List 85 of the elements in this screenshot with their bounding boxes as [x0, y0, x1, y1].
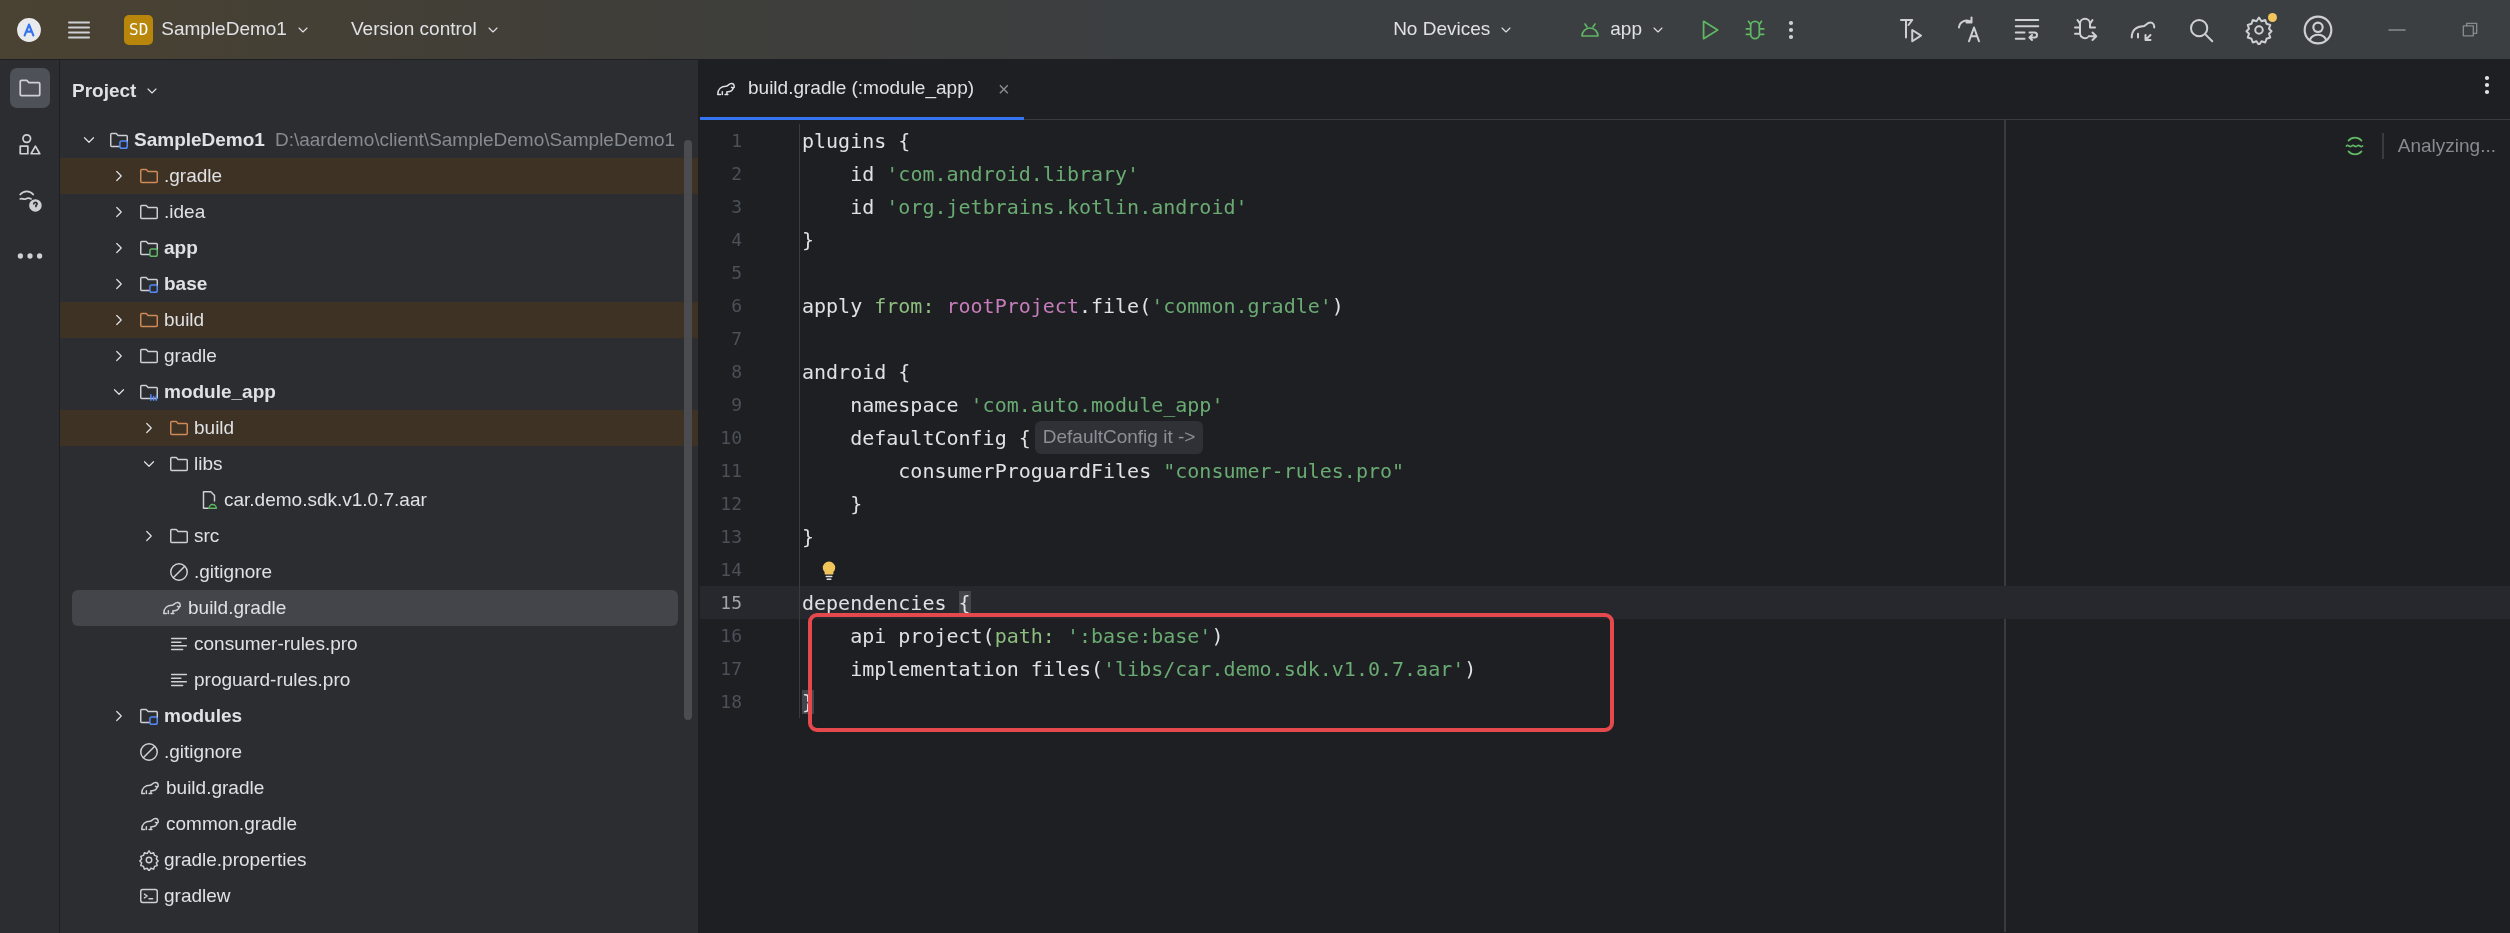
wave-help-icon — [16, 187, 43, 213]
code-text: id 'org.jetbrains.kotlin.android' — [849, 193, 1248, 221]
run-config-dropdown[interactable]: app — [1570, 11, 1674, 48]
tree-item[interactable]: src — [60, 518, 698, 554]
code-text: } — [849, 490, 863, 518]
item-name: base — [164, 271, 208, 296]
tree-item[interactable]: gradle.properties — [60, 842, 698, 878]
tree-item[interactable]: modules — [60, 698, 698, 734]
tree-item[interactable]: gradlew — [60, 878, 698, 914]
code-text: } — [802, 226, 815, 254]
tree-item[interactable]: .gitignore — [60, 734, 698, 770]
item-name: build — [164, 307, 205, 332]
tree-item[interactable]: proguard-rules.pro — [60, 662, 698, 698]
tree-item[interactable]: consumer-rules.pro — [60, 626, 698, 662]
code-text: } — [802, 523, 815, 551]
inlay-hint: DefaultConfig it -> — [1034, 421, 1204, 454]
more-icon — [1788, 18, 1794, 41]
tree-item[interactable]: build.gradle — [72, 590, 678, 626]
tree-item[interactable]: .gitignore — [60, 554, 698, 590]
item-path: D:\aardemo\client\SampleDemo\SampleDemo1 — [274, 127, 676, 152]
more-icon — [2484, 74, 2490, 96]
item-name: .gradle — [164, 163, 223, 188]
user-icon — [2302, 13, 2334, 46]
code-text: plugins { — [802, 127, 911, 155]
item-name: app — [164, 235, 198, 260]
tree-item[interactable]: .idea — [60, 194, 698, 230]
close-icon[interactable]: × — [998, 73, 1010, 104]
app-logo-icon — [16, 16, 42, 43]
tree-item[interactable]: build.gradle — [60, 770, 698, 806]
project-badge: SD — [124, 14, 154, 45]
tree-item[interactable]: module_app — [60, 374, 698, 410]
tree-item[interactable]: app — [60, 230, 698, 266]
more-icon — [16, 253, 43, 259]
minimize-icon — [2386, 28, 2408, 31]
project-switcher[interactable]: SD SampleDemo1 — [116, 10, 319, 49]
ignore-file-icon — [168, 561, 190, 583]
item-name: SampleDemo1 — [134, 127, 265, 152]
item-name: proguard-rules.pro — [194, 667, 351, 692]
item-name: libs — [194, 451, 223, 476]
tree-item[interactable]: common.gradle — [60, 806, 698, 842]
ignore-file-icon — [138, 741, 160, 763]
tree-item[interactable]: build — [60, 302, 698, 338]
item-name: .gitignore — [164, 739, 243, 764]
item-name: gradle.properties — [164, 847, 307, 872]
code-text: android { — [802, 358, 911, 386]
tree-item[interactable]: .gradle — [60, 158, 698, 194]
tree-item[interactable]: gradle — [60, 338, 698, 374]
code-text: defaultConfig { — [849, 424, 1031, 452]
scrollbar[interactable] — [684, 140, 692, 720]
tree-item[interactable]: SampleDemo1 D:\aardemo\client\SampleDemo\SampleDemo1 — [60, 122, 698, 158]
item-name: build.gradle — [166, 775, 265, 800]
tool-window-button[interactable] — [9, 68, 50, 108]
project-view-dropdown[interactable]: Project — [72, 76, 161, 106]
code-text: apply from: rootProject.file('common.gradle') — [802, 292, 1344, 320]
item-name: build — [194, 415, 235, 440]
item-name: gradle — [164, 343, 217, 368]
status-text: Analyzing... — [2397, 134, 2496, 158]
tree-item[interactable]: car.demo.sdk.v1.0.7.aar — [60, 482, 698, 518]
item-name: common.gradle — [166, 811, 297, 836]
version-control-dropdown[interactable]: Version control — [342, 11, 509, 48]
line-number: 15 — [719, 591, 742, 615]
code-text: api project(path: ':base:base') — [849, 622, 1224, 650]
project-name: SampleDemo1 — [161, 17, 287, 42]
tree-item[interactable]: build — [60, 410, 698, 446]
item-name: car.demo.sdk.v1.0.7.aar — [224, 487, 427, 512]
gear-icon — [138, 849, 160, 871]
shapes-icon — [16, 131, 43, 157]
tree-item[interactable]: libs — [60, 446, 698, 482]
item-name: modules — [164, 703, 243, 728]
item-name: .idea — [164, 199, 206, 224]
run-config-name: app — [1610, 17, 1642, 42]
item-name: src — [194, 523, 220, 548]
code-text: id 'com.android.library' — [849, 160, 1140, 188]
code-text: consumerProguardFiles "consumer-rules.pro" — [897, 457, 1405, 485]
item-name: build.gradle — [188, 595, 287, 620]
item-name: .gitignore — [194, 559, 273, 584]
item-name: consumer-rules.pro — [194, 631, 358, 656]
item-name: gradlew — [164, 883, 231, 908]
code-text: implementation files('libs/car.demo.sdk.v1.0.7.aar') — [849, 655, 1477, 683]
device-dropdown[interactable]: No Devices — [1385, 11, 1523, 48]
tree-item[interactable]: base — [60, 266, 698, 302]
item-name: module_app — [164, 379, 276, 404]
settings-icon — [2244, 14, 2274, 45]
code-text: namespace 'com.auto.module_app' — [849, 391, 1224, 419]
code-text: dependencies { — [802, 589, 971, 617]
